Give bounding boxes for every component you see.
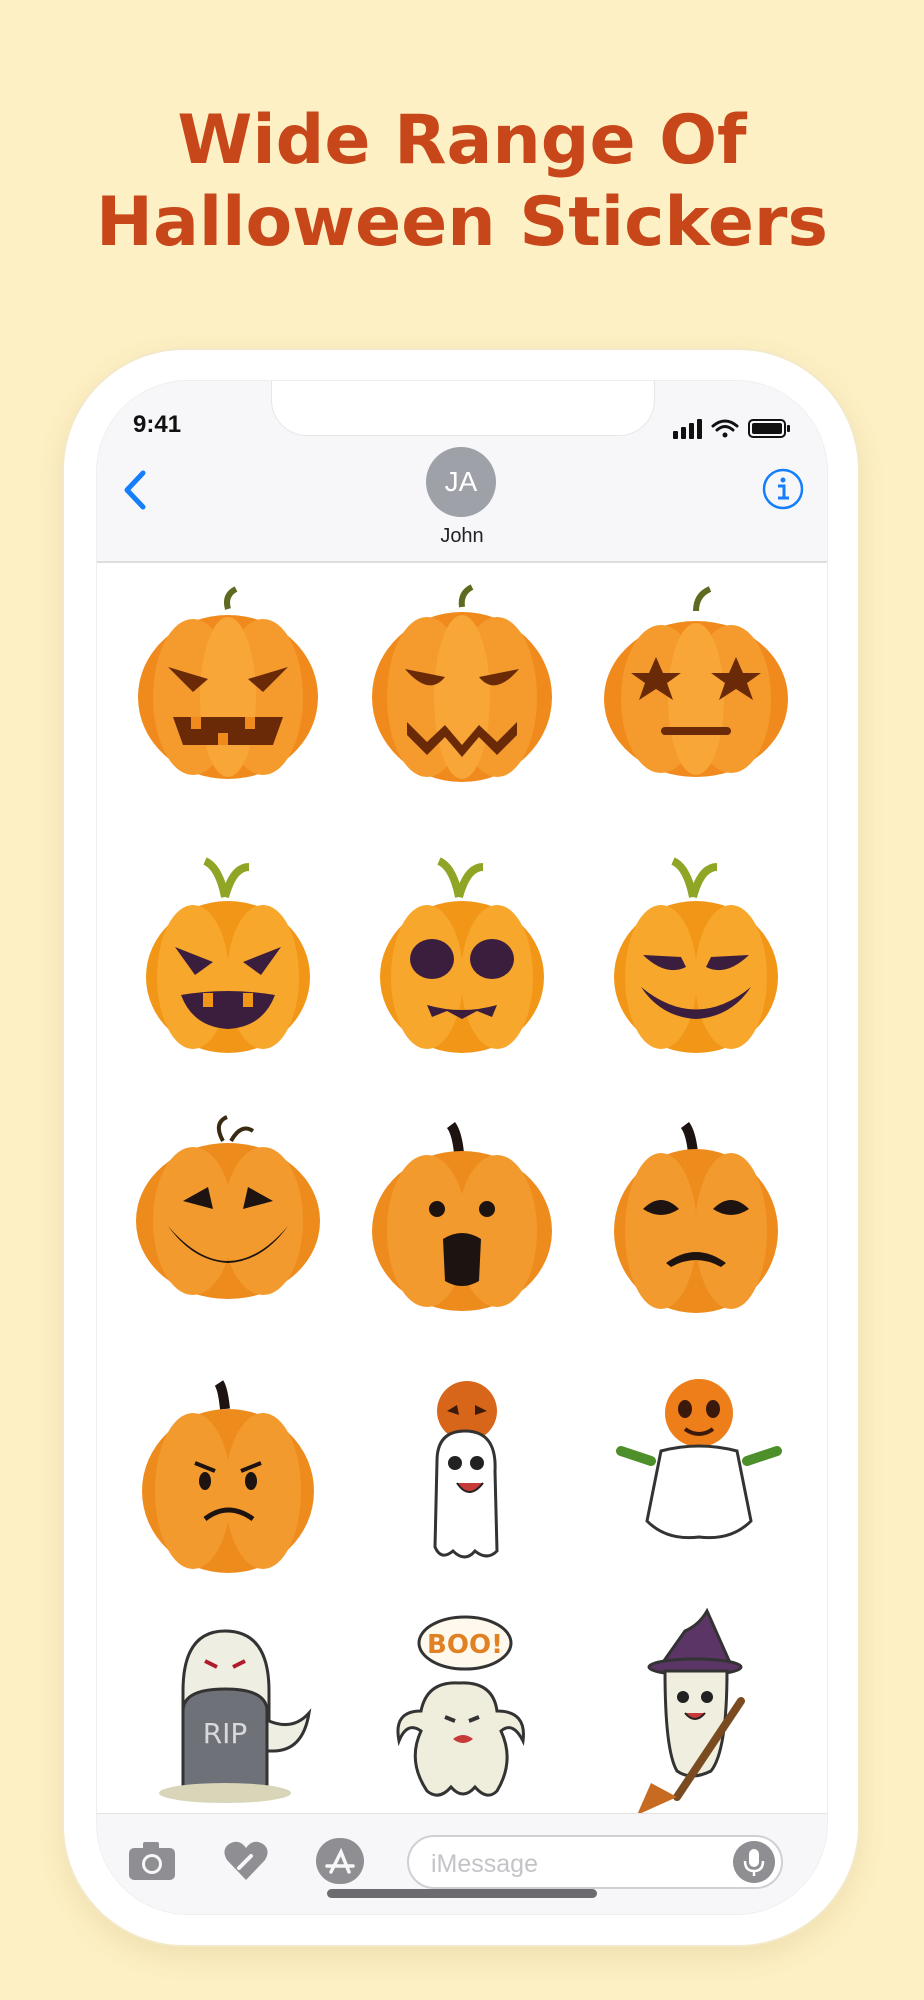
phone-notch (271, 381, 655, 436)
imessage-placeholder: iMessage (431, 1850, 538, 1878)
status-time: 9:41 (133, 411, 182, 438)
pumpkin-sad-zigzag-sticker[interactable] (347, 577, 577, 807)
compose-bar: iMessage (97, 1813, 827, 1914)
ghost-pumpkin-head-sticker[interactable] (581, 1351, 811, 1581)
home-indicator (327, 1889, 597, 1898)
battery-icon (748, 419, 790, 438)
pumpkin-angry-art (138, 586, 318, 779)
pumpkin-round-eyes-sticker[interactable] (347, 837, 577, 1067)
digital-touch-heart-icon[interactable] (221, 1838, 271, 1884)
cellular-signal-icon (673, 419, 702, 439)
pumpkin-star-eyes-sticker[interactable] (581, 577, 811, 807)
conversation-header: 9:41 JA John (97, 381, 827, 563)
ghost-rip-tombstone-sticker[interactable]: RIP (113, 1601, 343, 1831)
ghost-holding-pumpkin-sticker[interactable] (347, 1351, 577, 1581)
back-chevron-icon[interactable] (115, 465, 155, 515)
svg-text:RIP: RIP (203, 1717, 248, 1750)
pumpkin-evil-grin-sticker[interactable] (113, 837, 343, 1067)
ghost-boo-sticker[interactable]: BOO! (347, 1601, 577, 1831)
headline-line-2: Halloween Stickers (96, 183, 828, 262)
wifi-icon (711, 419, 739, 438)
microphone-icon[interactable] (733, 1841, 775, 1883)
phone-frame: 9:41 JA John RIP BOO! iMessage (64, 350, 858, 1945)
pumpkin-sly-grin-sticker[interactable] (581, 837, 811, 1067)
contact-avatar[interactable]: JA (426, 447, 496, 517)
info-icon[interactable] (761, 467, 805, 511)
app-store-icon[interactable] (315, 1838, 365, 1884)
svg-text:BOO!: BOO! (427, 1630, 503, 1660)
headline: Wide Range Of Halloween Stickers (0, 100, 924, 264)
pumpkin-frown-sticker[interactable] (581, 1091, 811, 1321)
contact-name[interactable]: John (97, 525, 827, 548)
camera-icon[interactable] (127, 1838, 177, 1884)
sticker-grid: RIP BOO! (97, 561, 827, 1831)
headline-line-1: Wide Range Of (177, 101, 747, 180)
pumpkin-worried-sticker[interactable] (113, 1351, 343, 1581)
pumpkin-big-smile-sticker[interactable] (113, 1091, 343, 1321)
status-icons (673, 419, 790, 439)
pumpkin-angry-sticker[interactable] (113, 577, 343, 807)
phone-screen: 9:41 JA John RIP BOO! iMessage (96, 380, 828, 1915)
imessage-input[interactable]: iMessage (407, 1835, 783, 1889)
ghost-witch-broom-sticker[interactable] (581, 1601, 811, 1831)
pumpkin-surprised-sticker[interactable] (347, 1091, 577, 1321)
